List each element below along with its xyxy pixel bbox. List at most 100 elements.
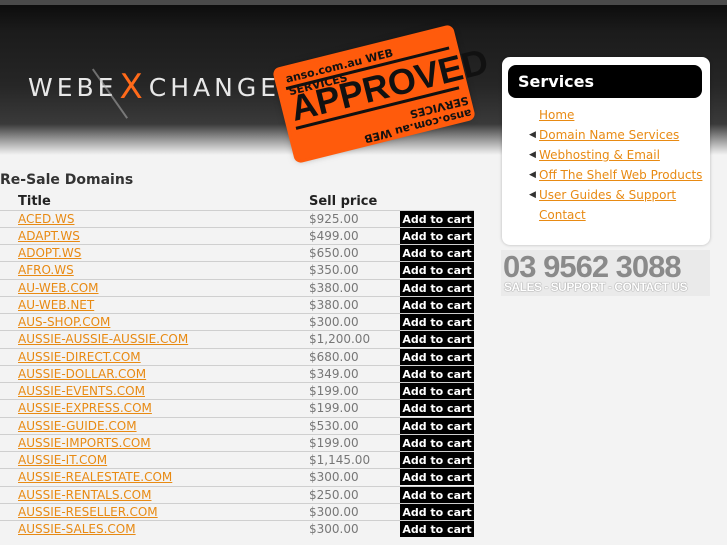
approved-stamp: anso.com.au WEB SERVICES APPROVED anso.c… <box>275 27 492 161</box>
domain-link[interactable]: ACED.WS <box>18 212 75 226</box>
price-cell: $1,200.00 <box>309 330 400 348</box>
domain-link[interactable]: AUS-SHOP.COM <box>18 315 110 329</box>
cart-cell: Add to cart <box>400 399 474 417</box>
domain-name-cell: AUSSIE-IMPORTS.COM <box>0 433 309 452</box>
services-menu-link[interactable]: Domain Name Services <box>539 128 679 142</box>
domain-link[interactable]: AU-WEB.NET <box>18 298 94 312</box>
logo-text-right: CHANGE <box>148 72 280 102</box>
services-menu-item: ◀ Domain Name Services <box>502 125 702 145</box>
domain-link[interactable]: AUSSIE-SALES.COM <box>18 522 136 536</box>
add-to-cart-button[interactable]: Add to cart <box>400 348 474 365</box>
domain-name-cell: AFRO.WS <box>0 261 309 279</box>
add-to-cart-button[interactable]: Add to cart <box>400 452 474 469</box>
price-cell: $350.00 <box>309 261 400 279</box>
cart-cell: Add to cart <box>400 347 474 366</box>
cart-cell: Add to cart <box>400 416 474 435</box>
services-menu-link[interactable]: Contact <box>539 208 586 222</box>
phone-banner[interactable]: 03 9562 3088 SALES - SUPPORT - CONTACT U… <box>501 250 710 296</box>
domain-link[interactable]: AUSSIE-RESELLER.COM <box>18 505 158 519</box>
phone-subtitle: SALES - SUPPORT - CONTACT US <box>504 280 688 294</box>
add-to-cart-button[interactable]: Add to cart <box>400 417 474 434</box>
site-logo[interactable]: WEBE X CHANGE <box>28 67 280 107</box>
table-row: AU-WEB.COM $380.00 Add to cart <box>0 278 474 297</box>
domain-link[interactable]: AU-WEB.COM <box>18 281 99 295</box>
table-row: AUSSIE-REALESTATE.COM $300.00 Add to cart <box>0 468 474 486</box>
add-to-cart-button[interactable]: Add to cart <box>400 365 474 382</box>
price-cell: $925.00 <box>309 209 400 228</box>
cart-cell: Add to cart <box>400 450 474 469</box>
services-menu-link[interactable]: Webhosting & Email <box>539 148 660 162</box>
domain-link[interactable]: AUSSIE-IT.COM <box>18 453 107 467</box>
add-to-cart-button[interactable]: Add to cart <box>400 227 474 244</box>
price-cell: $380.00 <box>309 295 400 314</box>
domain-link[interactable]: AUSSIE-DIRECT.COM <box>18 350 141 364</box>
domain-name-cell: AUSSIE-DOLLAR.COM <box>0 364 309 383</box>
price-cell: $199.00 <box>309 433 400 452</box>
add-to-cart-button[interactable]: Add to cart <box>400 521 474 538</box>
domain-name-cell: ADAPT.WS <box>0 226 309 245</box>
cart-cell: Add to cart <box>400 364 474 383</box>
services-menu-link[interactable]: User Guides & Support <box>539 188 676 202</box>
services-menu-item: Home <box>502 105 702 125</box>
domains-table: Title Sell price ACED.WS $925.00 Add to ca… <box>0 192 474 538</box>
domain-link[interactable]: AUSSIE-EXPRESS.COM <box>18 401 152 415</box>
column-header-title: Title <box>18 194 51 210</box>
table-row: AUSSIE-IMPORTS.COM $199.00 Add to cart <box>0 433 474 452</box>
price-cell: $250.00 <box>309 485 400 504</box>
services-menu-link[interactable]: Home <box>539 108 574 122</box>
domain-name-cell: ACED.WS <box>0 209 309 228</box>
domain-link[interactable]: AUSSIE-DOLLAR.COM <box>18 367 146 381</box>
add-to-cart-button[interactable]: Add to cart <box>400 434 474 451</box>
price-cell: $300.00 <box>309 312 400 331</box>
domain-link[interactable]: AUSSIE-RENTALS.COM <box>18 488 151 502</box>
services-menu: Home ◀ Domain Name Services ◀ Webhosting & E… <box>502 105 702 225</box>
add-to-cart-button[interactable]: Add to cart <box>400 503 474 520</box>
services-menu-item: Contact <box>502 205 702 225</box>
table-row: AUSSIE-DOLLAR.COM $349.00 Add to cart <box>0 364 474 383</box>
price-cell: $680.00 <box>309 347 400 366</box>
add-to-cart-button[interactable]: Add to cart <box>400 400 474 417</box>
domain-link[interactable]: ADAPT.WS <box>18 229 80 243</box>
domain-name-cell: AUSSIE-AUSSIE-AUSSIE.COM <box>0 330 309 348</box>
domain-link[interactable]: AUSSIE-EVENTS.COM <box>18 384 145 398</box>
domain-name-cell: AUSSIE-EXPRESS.COM <box>0 399 309 417</box>
domain-name-cell: AUS-SHOP.COM <box>0 312 309 331</box>
main-content: Re-Sale Domains Title Sell price ACED.WS… <box>0 170 490 538</box>
cart-cell: Add to cart <box>400 295 474 314</box>
price-cell: $380.00 <box>309 278 400 297</box>
add-to-cart-button[interactable]: Add to cart <box>400 279 474 296</box>
price-cell: $199.00 <box>309 399 400 417</box>
cart-cell: Add to cart <box>400 519 474 538</box>
price-cell: $300.00 <box>309 519 400 538</box>
price-cell: $1,145.00 <box>309 450 400 469</box>
domain-link[interactable]: AUSSIE-GUIDE.COM <box>18 419 137 433</box>
cart-cell: Add to cart <box>400 209 474 228</box>
add-to-cart-button[interactable]: Add to cart <box>400 383 474 400</box>
add-to-cart-button[interactable]: Add to cart <box>400 245 474 262</box>
domain-link[interactable]: AUSSIE-REALESTATE.COM <box>18 470 172 484</box>
table-row: ACED.WS $925.00 Add to cart <box>0 209 474 228</box>
domain-link[interactable]: AUSSIE-IMPORTS.COM <box>18 436 151 450</box>
add-to-cart-button[interactable]: Add to cart <box>400 331 474 348</box>
cart-cell: Add to cart <box>400 261 474 279</box>
add-to-cart-button[interactable]: Add to cart <box>400 486 474 503</box>
triangle-left-icon: ◀ <box>529 190 536 200</box>
column-header-price: Sell price <box>309 194 378 210</box>
domain-link[interactable]: AUSSIE-AUSSIE-AUSSIE.COM <box>18 332 188 346</box>
triangle-left-icon: ◀ <box>529 170 536 180</box>
services-menu-item: ◀ Webhosting & Email <box>502 145 702 165</box>
add-to-cart-button[interactable]: Add to cart <box>400 469 474 486</box>
table-row: ADOPT.WS $650.00 Add to cart <box>0 243 474 262</box>
domain-link[interactable]: AFRO.WS <box>18 263 74 277</box>
add-to-cart-button[interactable]: Add to cart <box>400 314 474 331</box>
table-row: AUSSIE-IT.COM $1,145.00 Add to cart <box>0 450 474 469</box>
domain-link[interactable]: ADOPT.WS <box>18 246 81 260</box>
cart-cell: Add to cart <box>400 278 474 297</box>
table-row: AUSSIE-EXPRESS.COM $199.00 Add to cart <box>0 399 474 417</box>
add-to-cart-button[interactable]: Add to cart <box>400 210 474 227</box>
add-to-cart-button[interactable]: Add to cart <box>400 296 474 313</box>
add-to-cart-button[interactable]: Add to cart <box>400 262 474 279</box>
services-menu-link[interactable]: Off The Shelf Web Products <box>539 168 702 182</box>
header-top-bar <box>0 0 727 5</box>
cart-cell: Add to cart <box>400 330 474 348</box>
